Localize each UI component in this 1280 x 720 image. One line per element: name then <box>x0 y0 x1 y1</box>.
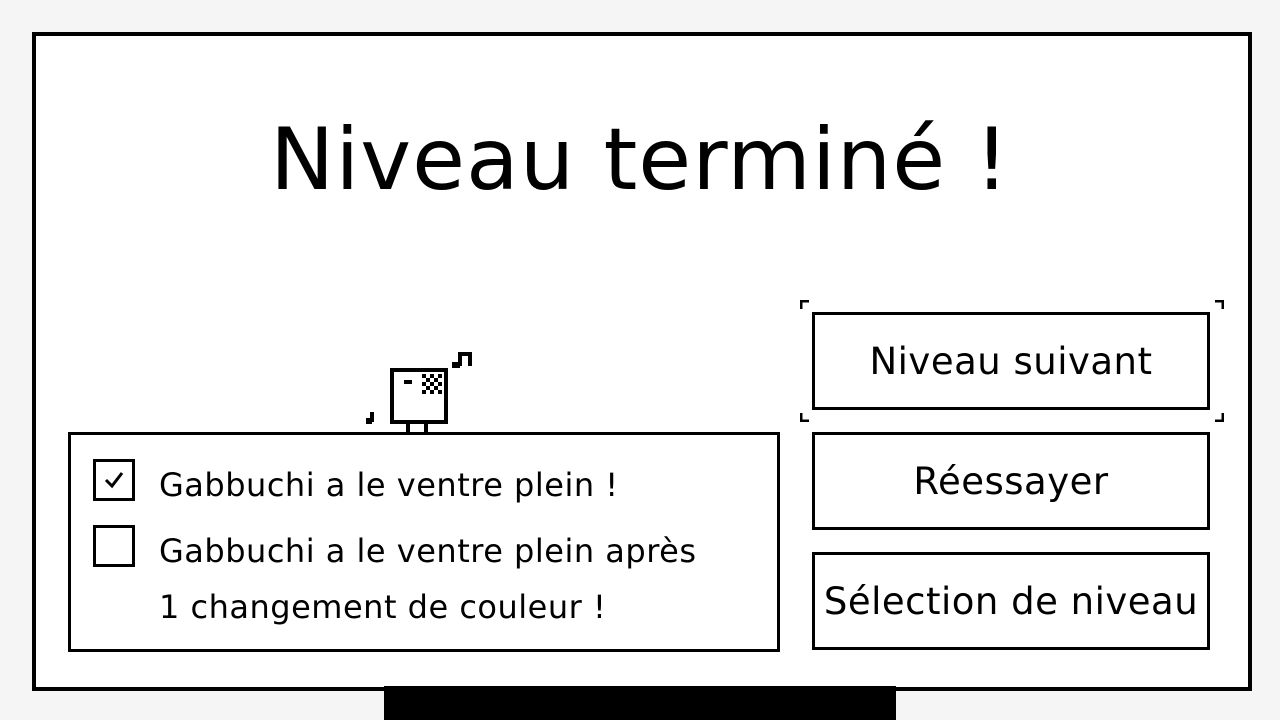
gabbuchi-character-icon <box>366 352 472 434</box>
objective-checkbox-unchecked <box>93 525 135 567</box>
objective-checkbox-checked <box>93 459 135 501</box>
selection-corner-icon <box>800 413 809 422</box>
selection-corner-icon <box>1215 300 1224 309</box>
selection-corner-icon <box>1215 413 1224 422</box>
objective-text: Gabbuchi a le ventre plein ! <box>159 466 619 504</box>
objectives-panel: Gabbuchi a le ventre plein ! Gabbuchi a … <box>68 432 780 652</box>
music-note-icon <box>452 352 472 368</box>
level-select-button[interactable]: Sélection de niveau <box>812 552 1210 650</box>
bottom-tab-bar <box>384 686 896 720</box>
retry-button[interactable]: Réessayer <box>812 432 1210 530</box>
objective-text: Gabbuchi a le ventre plein après 1 chang… <box>159 532 697 626</box>
checkmark-icon <box>104 472 124 489</box>
page-title: Niveau terminé ! <box>270 110 1010 210</box>
selection-corner-icon <box>800 300 809 309</box>
next-level-button[interactable]: Niveau suivant <box>812 312 1210 410</box>
